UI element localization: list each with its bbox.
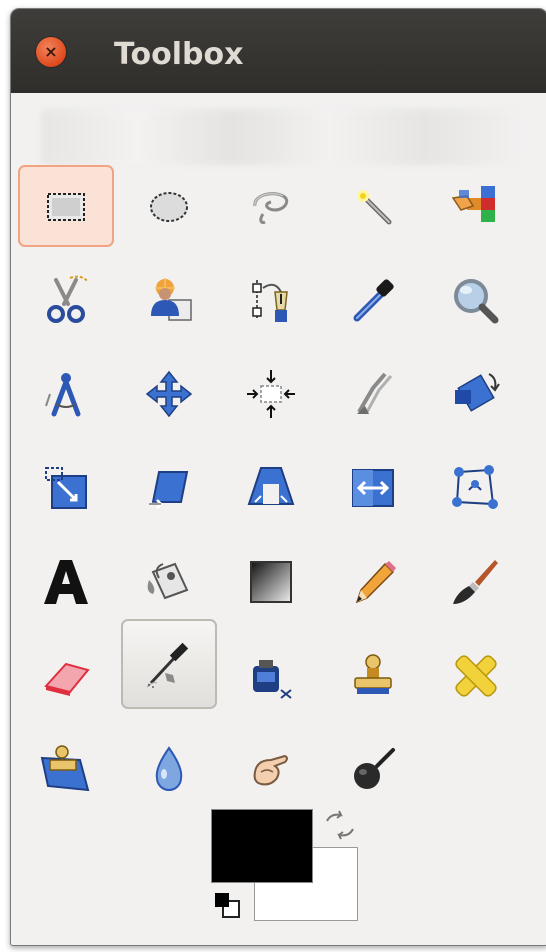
tool-blend[interactable] <box>223 541 319 623</box>
paths-icon <box>252 280 288 322</box>
tool-paths[interactable] <box>223 259 319 341</box>
scale-icon <box>45 467 87 509</box>
tool-scale[interactable] <box>18 447 114 529</box>
tool-pencil[interactable] <box>325 541 421 623</box>
tool-cage-transform[interactable] <box>427 447 523 529</box>
tool-bucket-fill[interactable] <box>121 541 217 623</box>
perspective-clone-icon <box>40 745 90 792</box>
ink-icon <box>253 660 292 699</box>
eraser-icon <box>44 662 90 696</box>
tool-scissors-select[interactable] <box>18 259 114 341</box>
tool-rotate[interactable] <box>427 353 523 435</box>
ellipse-select-icon <box>150 192 188 222</box>
tool-shear[interactable] <box>121 447 217 529</box>
title-bar[interactable]: × Toolbox <box>11 9 546 93</box>
pencil-icon <box>355 561 396 604</box>
tool-rect-select[interactable] <box>18 165 114 247</box>
fuzzy-select-icon <box>357 190 392 225</box>
tool-foreground-select[interactable] <box>121 259 217 341</box>
tool-flip[interactable] <box>325 447 421 529</box>
smudge-icon <box>253 754 288 786</box>
tool-color-picker[interactable] <box>325 259 421 341</box>
toolbox-window: × Toolbox <box>10 8 546 946</box>
tool-fuzzy-select[interactable] <box>325 165 421 247</box>
move-icon <box>145 370 193 418</box>
foreground-color-swatch[interactable] <box>211 809 313 883</box>
tool-perspective[interactable] <box>223 447 319 529</box>
measure-icon <box>45 373 81 417</box>
bucket-fill-icon <box>147 562 189 600</box>
window-title: Toolbox <box>114 37 244 72</box>
tool-smudge[interactable] <box>223 727 319 809</box>
tool-perspective-clone[interactable] <box>18 727 114 809</box>
tool-crop[interactable] <box>325 353 421 435</box>
tool-ink[interactable] <box>223 635 319 717</box>
clone-icon <box>354 654 392 694</box>
foreground-select-icon <box>151 278 192 321</box>
alignment-icon <box>247 370 295 418</box>
flip-icon <box>352 469 394 507</box>
blurred-toolbar-strip <box>41 109 521 165</box>
rect-select-icon <box>47 193 85 221</box>
tool-airbrush[interactable] <box>121 619 217 709</box>
tool-move[interactable] <box>121 353 217 435</box>
close-button[interactable]: × <box>36 37 66 67</box>
perspective-icon <box>247 467 295 505</box>
select-by-color-icon <box>451 186 495 222</box>
tool-measure[interactable] <box>18 353 114 435</box>
blur-sharpen-icon <box>155 746 183 791</box>
tool-paintbrush[interactable] <box>427 541 523 623</box>
shear-icon <box>149 471 189 509</box>
heal-icon <box>455 655 497 697</box>
tool-select-by-color[interactable] <box>427 165 523 247</box>
text-icon <box>44 560 88 604</box>
tool-free-select[interactable] <box>223 165 319 247</box>
swap-colors-icon[interactable] <box>321 809 359 841</box>
tool-dodge-burn[interactable] <box>325 727 421 809</box>
tool-alignment[interactable] <box>223 353 319 435</box>
tool-zoom[interactable] <box>427 259 523 341</box>
tool-heal[interactable] <box>427 635 523 717</box>
dodge-burn-icon <box>354 748 395 789</box>
tool-blur-sharpen[interactable] <box>121 727 217 809</box>
crop-icon <box>357 372 393 414</box>
airbrush-icon <box>146 642 189 688</box>
default-colors-icon[interactable] <box>211 889 245 923</box>
tool-text[interactable] <box>18 541 114 623</box>
rotate-icon <box>455 373 500 412</box>
color-picker-icon <box>353 279 394 322</box>
tool-clone[interactable] <box>325 635 421 717</box>
zoom-icon <box>454 279 499 324</box>
scissors-select-icon <box>47 275 89 323</box>
tool-ellipse-select[interactable] <box>121 165 217 247</box>
blend-icon <box>250 561 292 603</box>
cage-transform-icon <box>452 465 498 509</box>
tool-eraser[interactable] <box>18 635 114 717</box>
free-select-icon <box>253 192 289 224</box>
paintbrush-icon <box>453 560 498 604</box>
